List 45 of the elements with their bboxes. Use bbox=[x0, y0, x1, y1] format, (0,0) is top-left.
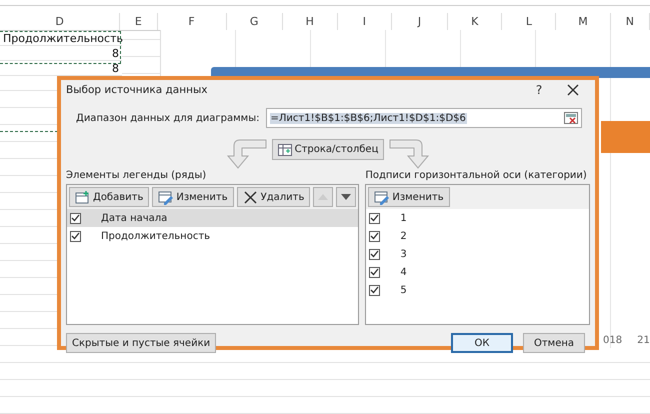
hidden-cells-button[interactable]: Скрытые и пустые ячейки bbox=[66, 333, 216, 353]
down-triangle-icon bbox=[341, 194, 352, 200]
category-label: 5 bbox=[400, 284, 407, 296]
table-cell: 8 bbox=[0, 46, 122, 61]
range-picker-icon[interactable] bbox=[564, 112, 578, 124]
axis-label: 018 bbox=[603, 335, 622, 346]
edit-table-icon bbox=[158, 190, 174, 204]
checkbox[interactable] bbox=[70, 212, 81, 224]
table-cell: Продолжительность bbox=[0, 31, 122, 46]
checkbox[interactable] bbox=[369, 248, 380, 260]
chart-bar bbox=[601, 121, 650, 153]
checkbox[interactable] bbox=[70, 230, 81, 242]
series-row[interactable]: Продолжительность bbox=[67, 227, 358, 245]
help-button[interactable]: ? bbox=[522, 80, 556, 100]
category-label: 1 bbox=[400, 212, 407, 224]
series-row[interactable]: Дата начала bbox=[67, 209, 358, 227]
axis-label: 21 bbox=[637, 335, 650, 346]
window-title: Выбор источника данных bbox=[66, 84, 208, 96]
table-icon bbox=[278, 144, 292, 156]
add-table-icon bbox=[75, 190, 90, 204]
add-button[interactable]: Добавить bbox=[69, 187, 150, 207]
close-icon bbox=[567, 84, 579, 96]
column-header[interactable]: E bbox=[120, 13, 158, 30]
column-header[interactable]: D bbox=[0, 13, 120, 30]
section-label: Подписи горизонтальной оси (категории) bbox=[365, 170, 588, 181]
delete-button[interactable]: Удалить bbox=[236, 187, 310, 207]
checkbox[interactable] bbox=[369, 212, 380, 224]
range-field[interactable]: =Лист1!$B$1:$B$6;Лист1!$D$1:$D$6 bbox=[266, 108, 582, 128]
edit-button[interactable]: Изменить bbox=[368, 187, 450, 207]
field-label: Диапазон данных для диаграммы: bbox=[76, 112, 260, 124]
section-label: Элементы легенды (ряды) bbox=[66, 170, 208, 181]
category-label: 2 bbox=[400, 230, 407, 242]
move-down-button[interactable] bbox=[336, 187, 356, 207]
category-label: 3 bbox=[400, 248, 407, 260]
edit-button[interactable]: Изменить bbox=[152, 187, 234, 207]
switch-row-column-button[interactable]: Строка/столбец bbox=[272, 139, 384, 160]
cancel-button[interactable]: Отмена bbox=[523, 333, 585, 353]
checkbox[interactable] bbox=[369, 230, 380, 242]
edit-table-icon bbox=[374, 190, 390, 204]
ok-button[interactable]: ОК bbox=[451, 333, 513, 353]
category-label: 4 bbox=[400, 266, 407, 278]
checkbox[interactable] bbox=[369, 266, 380, 278]
checkbox[interactable] bbox=[369, 284, 380, 296]
table-cell: 8 bbox=[0, 61, 122, 76]
cross-icon bbox=[242, 190, 258, 204]
